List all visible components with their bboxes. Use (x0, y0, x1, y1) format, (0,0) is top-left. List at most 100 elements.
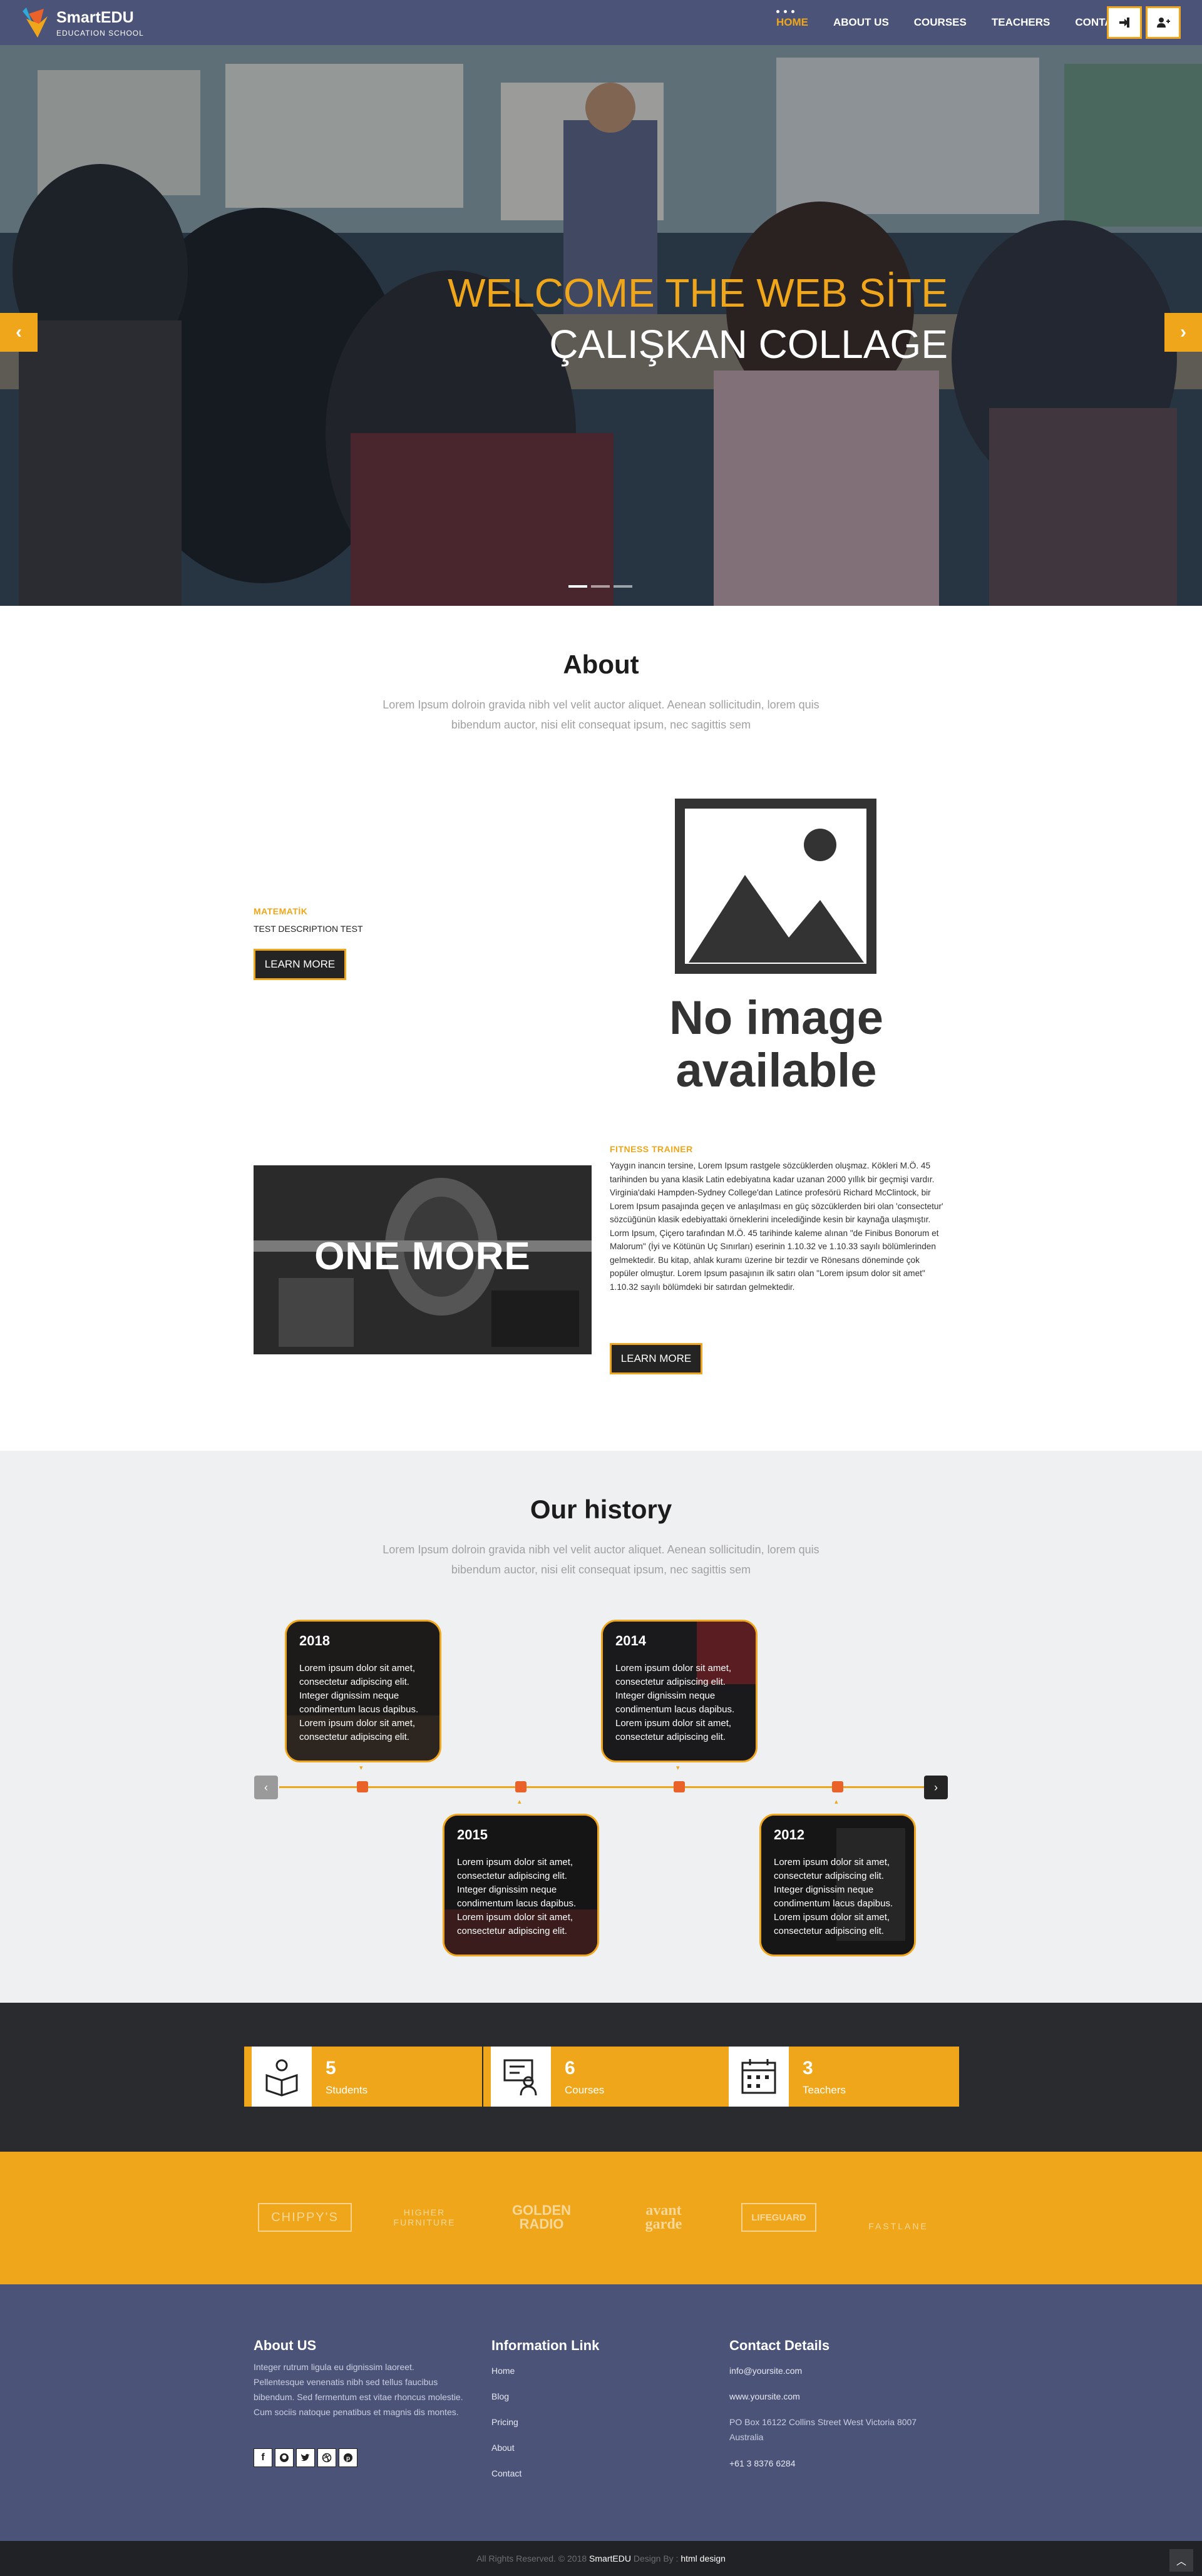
brand-logo[interactable]: SmartEDU EDUCATION SCHOOL (20, 4, 158, 41)
stat-students: 5 Students (244, 2047, 482, 2107)
site-header: SmartEDU EDUCATION SCHOOL HOME ABOUT US … (0, 0, 1202, 45)
reading-person-icon (265, 2059, 298, 2097)
hero-next-button[interactable]: › (1164, 313, 1202, 352)
hero-title: WELCOME THE WEB SİTE ÇALIŞKAN COLLAGE (250, 267, 948, 370)
nav-about-us[interactable]: ABOUT US (833, 16, 889, 29)
slide-indicator[interactable] (568, 585, 587, 588)
hero-prev-button[interactable]: ‹ (0, 313, 38, 352)
nav-home[interactable]: HOME (776, 16, 808, 29)
timeline-dot[interactable] (832, 1781, 843, 1792)
brand-logo-chippys[interactable]: CHIPPY'S (258, 2203, 352, 2232)
hero-title-accent: WELCOME THE WEB SİTE (448, 270, 948, 315)
fitness-learn-more-button[interactable]: LEARN MORE (610, 1343, 702, 1374)
nav-teachers[interactable]: TEACHERS (992, 16, 1050, 29)
footer-link-contact[interactable]: Contact (491, 2468, 521, 2478)
github-link[interactable] (275, 2448, 294, 2467)
slide-indicator[interactable] (591, 585, 610, 588)
history-subtitle: Lorem Ipsum dolroin gravida nibh vel vel… (383, 1543, 819, 1576)
timeline-line (279, 1786, 924, 1788)
twitter-icon (301, 2453, 310, 2461)
history-year: 2012 (774, 1827, 804, 1843)
history-text: Lorem ipsum dolor sit amet, consectetur … (299, 1663, 419, 1742)
back-to-top-button[interactable]: ︿ (1169, 2549, 1193, 2572)
history-card-2014[interactable]: 2014 Lorem ipsum dolor sit amet, consect… (601, 1620, 758, 1762)
register-button[interactable] (1146, 6, 1181, 39)
about-title: About (563, 650, 639, 679)
footer-address: PO Box 16122 Collins Street West Victori… (729, 2417, 917, 2442)
history-card-2015[interactable]: 2015 Lorem ipsum dolor sit amet, consect… (443, 1814, 599, 1956)
timeline-dot[interactable] (674, 1781, 685, 1792)
main-nav: HOME ABOUT US COURSES TEACHERS CONTACT (764, 0, 1139, 45)
hero-slider: WELCOME THE WEB SİTE ÇALIŞKAN COLLAGE ‹ … (0, 45, 1202, 606)
timeline-caret-icon: ▴ (518, 1798, 521, 1806)
chevron-right-icon: › (934, 1781, 938, 1794)
chevron-left-icon: ‹ (16, 322, 22, 342)
copyright-brand[interactable]: SmartEDU (589, 2553, 631, 2563)
timeline-dot[interactable] (357, 1781, 368, 1792)
stat-value: 3 (803, 2058, 813, 2078)
brand-logo-lifeguard[interactable]: LIFEGUARD (741, 2203, 816, 2232)
pinterest-icon: p (344, 2453, 352, 2462)
copyright: All Rights Reserved. © 2018 SmartEDU Des… (476, 2553, 726, 2563)
login-button[interactable] (1107, 6, 1142, 39)
hero-indicators (568, 585, 636, 588)
twitter-link[interactable] (296, 2448, 315, 2467)
brand-logo-avant-garde[interactable]: avant garde (620, 2203, 707, 2232)
matematik-description: TEST DESCRIPTION TEST (254, 924, 363, 934)
footer-link-pricing[interactable]: Pricing (491, 2417, 518, 2427)
history-text: Lorem ipsum dolor sit amet, consectetur … (774, 1857, 893, 1936)
history-year: 2015 (457, 1827, 488, 1843)
history-year: 2018 (299, 1633, 330, 1648)
no-image-text: No image available (669, 991, 884, 1097)
partner-brands (0, 2152, 1202, 2284)
footer-links-title: Information Link (491, 2338, 600, 2353)
dribbble-link[interactable] (317, 2448, 336, 2467)
brand-logo-fastlane[interactable]: FASTLANE (858, 2203, 939, 2232)
facebook-icon: f (261, 2452, 265, 2463)
chevron-up-icon: ︿ (1176, 2557, 1186, 2567)
footer-link-blog[interactable]: Blog (491, 2391, 509, 2401)
footer-email[interactable]: info@yoursite.com (729, 2366, 802, 2376)
timeline-dot[interactable] (515, 1781, 527, 1792)
history-title: Our history (530, 1495, 672, 1524)
footer-website[interactable]: www.yoursite.com (729, 2391, 800, 2401)
footer-phone: +61 3 8376 6284 (729, 2458, 796, 2468)
history-year: 2014 (615, 1633, 646, 1648)
logo-icon (23, 8, 48, 38)
footer-link-about[interactable]: About (491, 2443, 515, 2453)
user-plus-icon (1157, 18, 1170, 28)
footer-link-home[interactable]: Home (491, 2366, 515, 2376)
fitness-image: ONE MORE (254, 1165, 592, 1354)
brand-name: SmartEDU (56, 9, 134, 26)
timeline-caret-icon: ▾ (676, 1764, 680, 1772)
learn-more-button[interactable]: LEARN MORE (254, 949, 346, 980)
github-icon (280, 2453, 289, 2462)
fitness-eyebrow: FITNESS TRAINER (610, 1144, 693, 1154)
facebook-link[interactable]: f (254, 2448, 272, 2467)
history-card-2018[interactable]: 2018 Lorem ipsum dolor sit amet, consect… (285, 1620, 441, 1762)
dribbble-icon (322, 2453, 332, 2463)
stat-value: 6 (565, 2058, 575, 2078)
brand-tagline: EDUCATION SCHOOL (56, 29, 144, 38)
stat-teachers: 3 Teachers (721, 2047, 959, 2107)
about-subtitle: Lorem Ipsum dolroin gravida nibh vel vel… (383, 698, 819, 731)
history-text: Lorem ipsum dolor sit amet, consectetur … (615, 1663, 735, 1742)
designer-link[interactable]: html design (681, 2553, 726, 2563)
chevron-right-icon: › (1180, 322, 1186, 342)
slide-indicator[interactable] (614, 585, 632, 588)
timeline-prev-button[interactable]: ‹ (254, 1776, 278, 1799)
calendar-icon (741, 2059, 776, 2094)
nav-courses[interactable]: COURSES (914, 16, 967, 29)
pinterest-link[interactable]: p (339, 2448, 357, 2467)
hero-title-rest: ÇALIŞKAN COLLAGE (549, 322, 948, 367)
stat-value: 5 (326, 2058, 336, 2078)
history-text: Lorem ipsum dolor sit amet, consectetur … (457, 1857, 577, 1936)
timeline-next-button[interactable]: › (924, 1776, 948, 1799)
timeline-caret-icon: ▾ (359, 1764, 363, 1772)
history-card-2012[interactable]: 2012 Lorem ipsum dolor sit amet, consect… (759, 1814, 916, 1956)
chevron-left-icon: ‹ (264, 1781, 268, 1794)
brand-logo-higher[interactable]: HIGHER FURNITURE (381, 2203, 468, 2232)
stat-label: Courses (565, 2084, 605, 2096)
brand-logo-golden-radio[interactable]: GOLDEN RADIO (501, 2203, 582, 2232)
stat-label: Students (326, 2084, 368, 2096)
